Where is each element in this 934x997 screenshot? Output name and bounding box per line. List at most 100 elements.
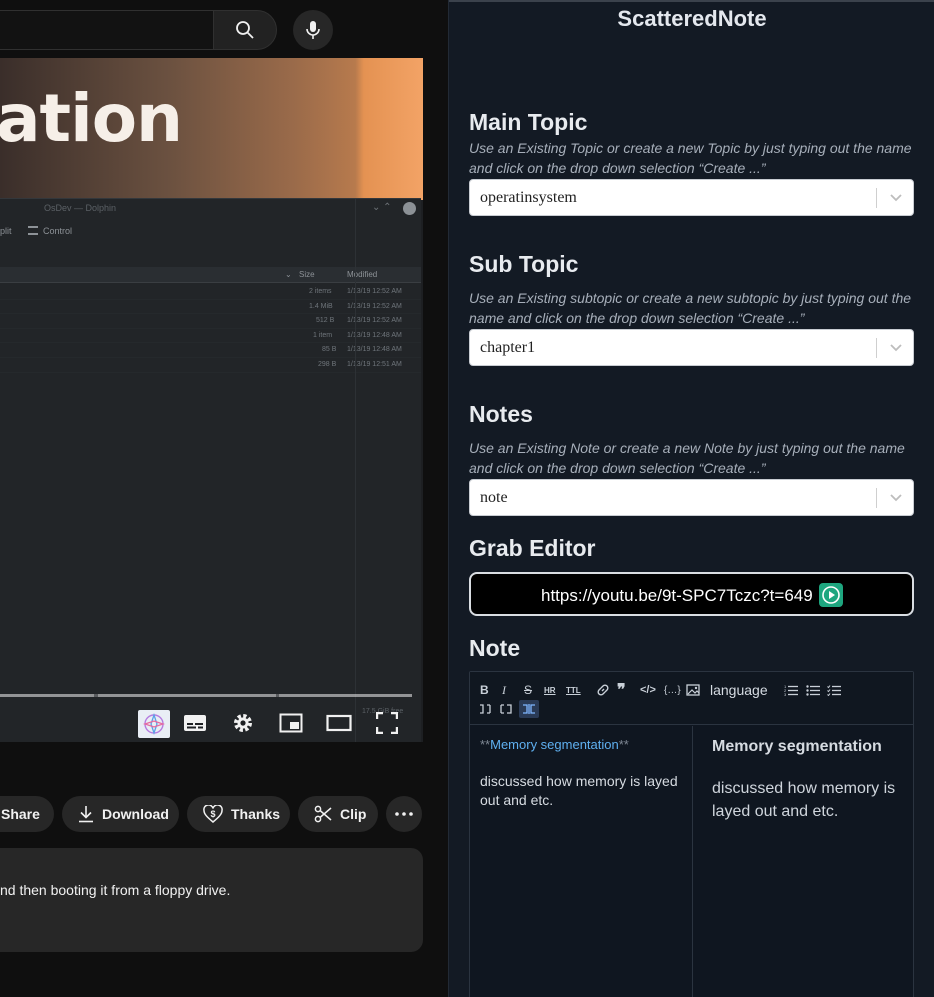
- search-icon: [236, 21, 254, 39]
- download-button[interactable]: Download: [62, 796, 179, 832]
- window-title: OsDev — Dolphin: [44, 203, 117, 213]
- extension-logo-icon: [142, 712, 166, 736]
- grab-editor-heading: Grab Editor: [469, 535, 596, 561]
- svg-text:3: 3: [784, 692, 787, 696]
- file-row: 298 B 1/13/19 12:51 AM: [0, 358, 421, 373]
- quote-icon[interactable]: ❞: [617, 682, 626, 699]
- chapter-segment: [0, 694, 94, 697]
- search-input[interactable]: [0, 10, 214, 50]
- video-banner-title: ation: [0, 80, 183, 157]
- miniplayer-button[interactable]: [275, 708, 307, 738]
- sub-topic-select[interactable]: chapter1: [469, 329, 914, 366]
- theater-mode-icon: [326, 714, 352, 732]
- select-separator: [876, 488, 877, 508]
- split-view-icon[interactable]: [519, 700, 539, 718]
- chevron-down-icon[interactable]: [888, 190, 904, 206]
- share-label: Share: [1, 806, 40, 822]
- sub-topic-value: chapter1: [480, 339, 536, 356]
- notes-heading: Notes: [469, 401, 533, 427]
- sub-topic-heading: Sub Topic: [469, 251, 579, 277]
- youtube-header: [0, 0, 448, 58]
- file-columns-header: ⌄ Size Modified: [0, 267, 421, 283]
- video-actions: Share Download $ Thanks Clip: [0, 796, 448, 834]
- file-row: 1 item 1/13/19 12:48 AM: [0, 329, 421, 344]
- scatterednote-panel: ScatteredNote Main Topic Use an Existing…: [448, 0, 934, 997]
- sub-topic-hint: Use an Existing subtopic or create a new…: [469, 290, 912, 326]
- scissors-icon: [314, 805, 332, 823]
- download-label: Download: [102, 806, 169, 822]
- microphone-icon: [306, 21, 320, 39]
- code-icon[interactable]: </>: [640, 682, 656, 698]
- video-description[interactable]: nd then booting it from a floppy drive.: [0, 848, 423, 952]
- video-player[interactable]: ation OsDev — Dolphin ⌄ ⌃ plit Control ⌄…: [0, 58, 423, 742]
- voice-search-button[interactable]: [293, 10, 333, 50]
- more-horizontal-icon: [395, 812, 413, 816]
- image-icon[interactable]: [686, 682, 700, 698]
- control-label: Control: [43, 226, 73, 236]
- panel-top-border: [449, 0, 934, 2]
- grab-editor-box[interactable]: https://youtu.be/9t-SPC7Tczc?t=649: [469, 572, 914, 616]
- markdown-body: discussed how memory is layed out and et…: [480, 773, 678, 808]
- checklist-icon[interactable]: [827, 682, 841, 698]
- bold-icon[interactable]: B: [480, 682, 489, 698]
- preview-heading: Memory segmentation: [712, 738, 882, 755]
- notes-select[interactable]: note: [469, 479, 914, 516]
- chevron-down-icon[interactable]: [888, 340, 904, 356]
- video-file-manager: OsDev — Dolphin ⌄ ⌃ plit Control ⌄ Size …: [0, 198, 421, 742]
- share-button[interactable]: Share: [0, 796, 54, 832]
- column-size: Size: [299, 270, 315, 279]
- menu-icon: [28, 226, 38, 235]
- note-heading: Note: [469, 635, 521, 661]
- main-topic-select[interactable]: operatinsystem: [469, 179, 914, 216]
- markdown-heading-text: Memory segmentation: [490, 737, 619, 752]
- clip-label: Clip: [340, 806, 367, 822]
- theater-mode-button[interactable]: [323, 708, 355, 738]
- italic-icon[interactable]: I: [502, 682, 506, 698]
- video-banner: ation: [0, 58, 423, 200]
- play-button[interactable]: [819, 583, 843, 607]
- subtitles-button[interactable]: [179, 708, 211, 738]
- markdown-editor: B I S HR TTL ❞ </> {…} language 123 **Me…: [469, 671, 914, 997]
- preview-only-icon[interactable]: [500, 701, 514, 717]
- chevron-down-icon[interactable]: [888, 490, 904, 506]
- preview-body: discussed how memory is layed out and et…: [712, 780, 896, 820]
- subtitles-icon: [184, 715, 206, 731]
- title-icon[interactable]: TTL: [566, 682, 581, 698]
- column-modified: Modified: [347, 270, 378, 279]
- language-selector[interactable]: language: [710, 682, 768, 698]
- thanks-label: Thanks: [231, 806, 281, 822]
- youtube-pane: ation OsDev — Dolphin ⌄ ⌃ plit Control ⌄…: [0, 0, 448, 997]
- miniplayer-icon: [279, 713, 303, 733]
- clip-button[interactable]: Clip: [298, 796, 378, 832]
- download-icon: [79, 806, 93, 823]
- fullscreen-button[interactable]: [371, 708, 403, 738]
- markdown-heading-line: **Memory segmentation**: [480, 737, 629, 752]
- grab-editor-url[interactable]: https://youtu.be/9t-SPC7Tczc?t=649: [541, 586, 813, 606]
- fullscreen-icon: [376, 712, 398, 734]
- file-row: 512 B 1/13/19 12:52 AM: [0, 314, 421, 329]
- strikethrough-icon[interactable]: S: [524, 682, 532, 698]
- video-progress-bar[interactable]: [0, 694, 412, 697]
- main-topic-value: operatinsystem: [480, 189, 577, 206]
- notes-value: note: [480, 489, 508, 506]
- editor-only-icon[interactable]: [479, 701, 493, 717]
- select-separator: [876, 338, 877, 358]
- link-icon[interactable]: [596, 682, 610, 698]
- markdown-bold-marker: **: [618, 737, 629, 752]
- unordered-list-icon[interactable]: [806, 682, 820, 698]
- settings-button[interactable]: [227, 708, 259, 738]
- file-row: 2 items 1/13/19 12:52 AM: [0, 285, 421, 300]
- chapter-segment: [98, 694, 276, 697]
- thanks-button[interactable]: $ Thanks: [187, 796, 290, 832]
- play-icon: [822, 586, 840, 604]
- hr-icon[interactable]: HR: [544, 682, 556, 698]
- extension-button[interactable]: [138, 710, 170, 738]
- column-chevron-icon: ⌄: [285, 270, 292, 279]
- markdown-input[interactable]: **Memory segmentation** discussed how me…: [470, 726, 693, 997]
- more-actions-button[interactable]: [386, 796, 422, 832]
- file-row: 85 B 1/13/19 12:48 AM: [0, 343, 421, 358]
- search-button[interactable]: [213, 10, 277, 50]
- gear-icon: [234, 714, 252, 732]
- code-block-icon[interactable]: {…}: [664, 682, 681, 698]
- ordered-list-icon[interactable]: 123: [784, 682, 798, 698]
